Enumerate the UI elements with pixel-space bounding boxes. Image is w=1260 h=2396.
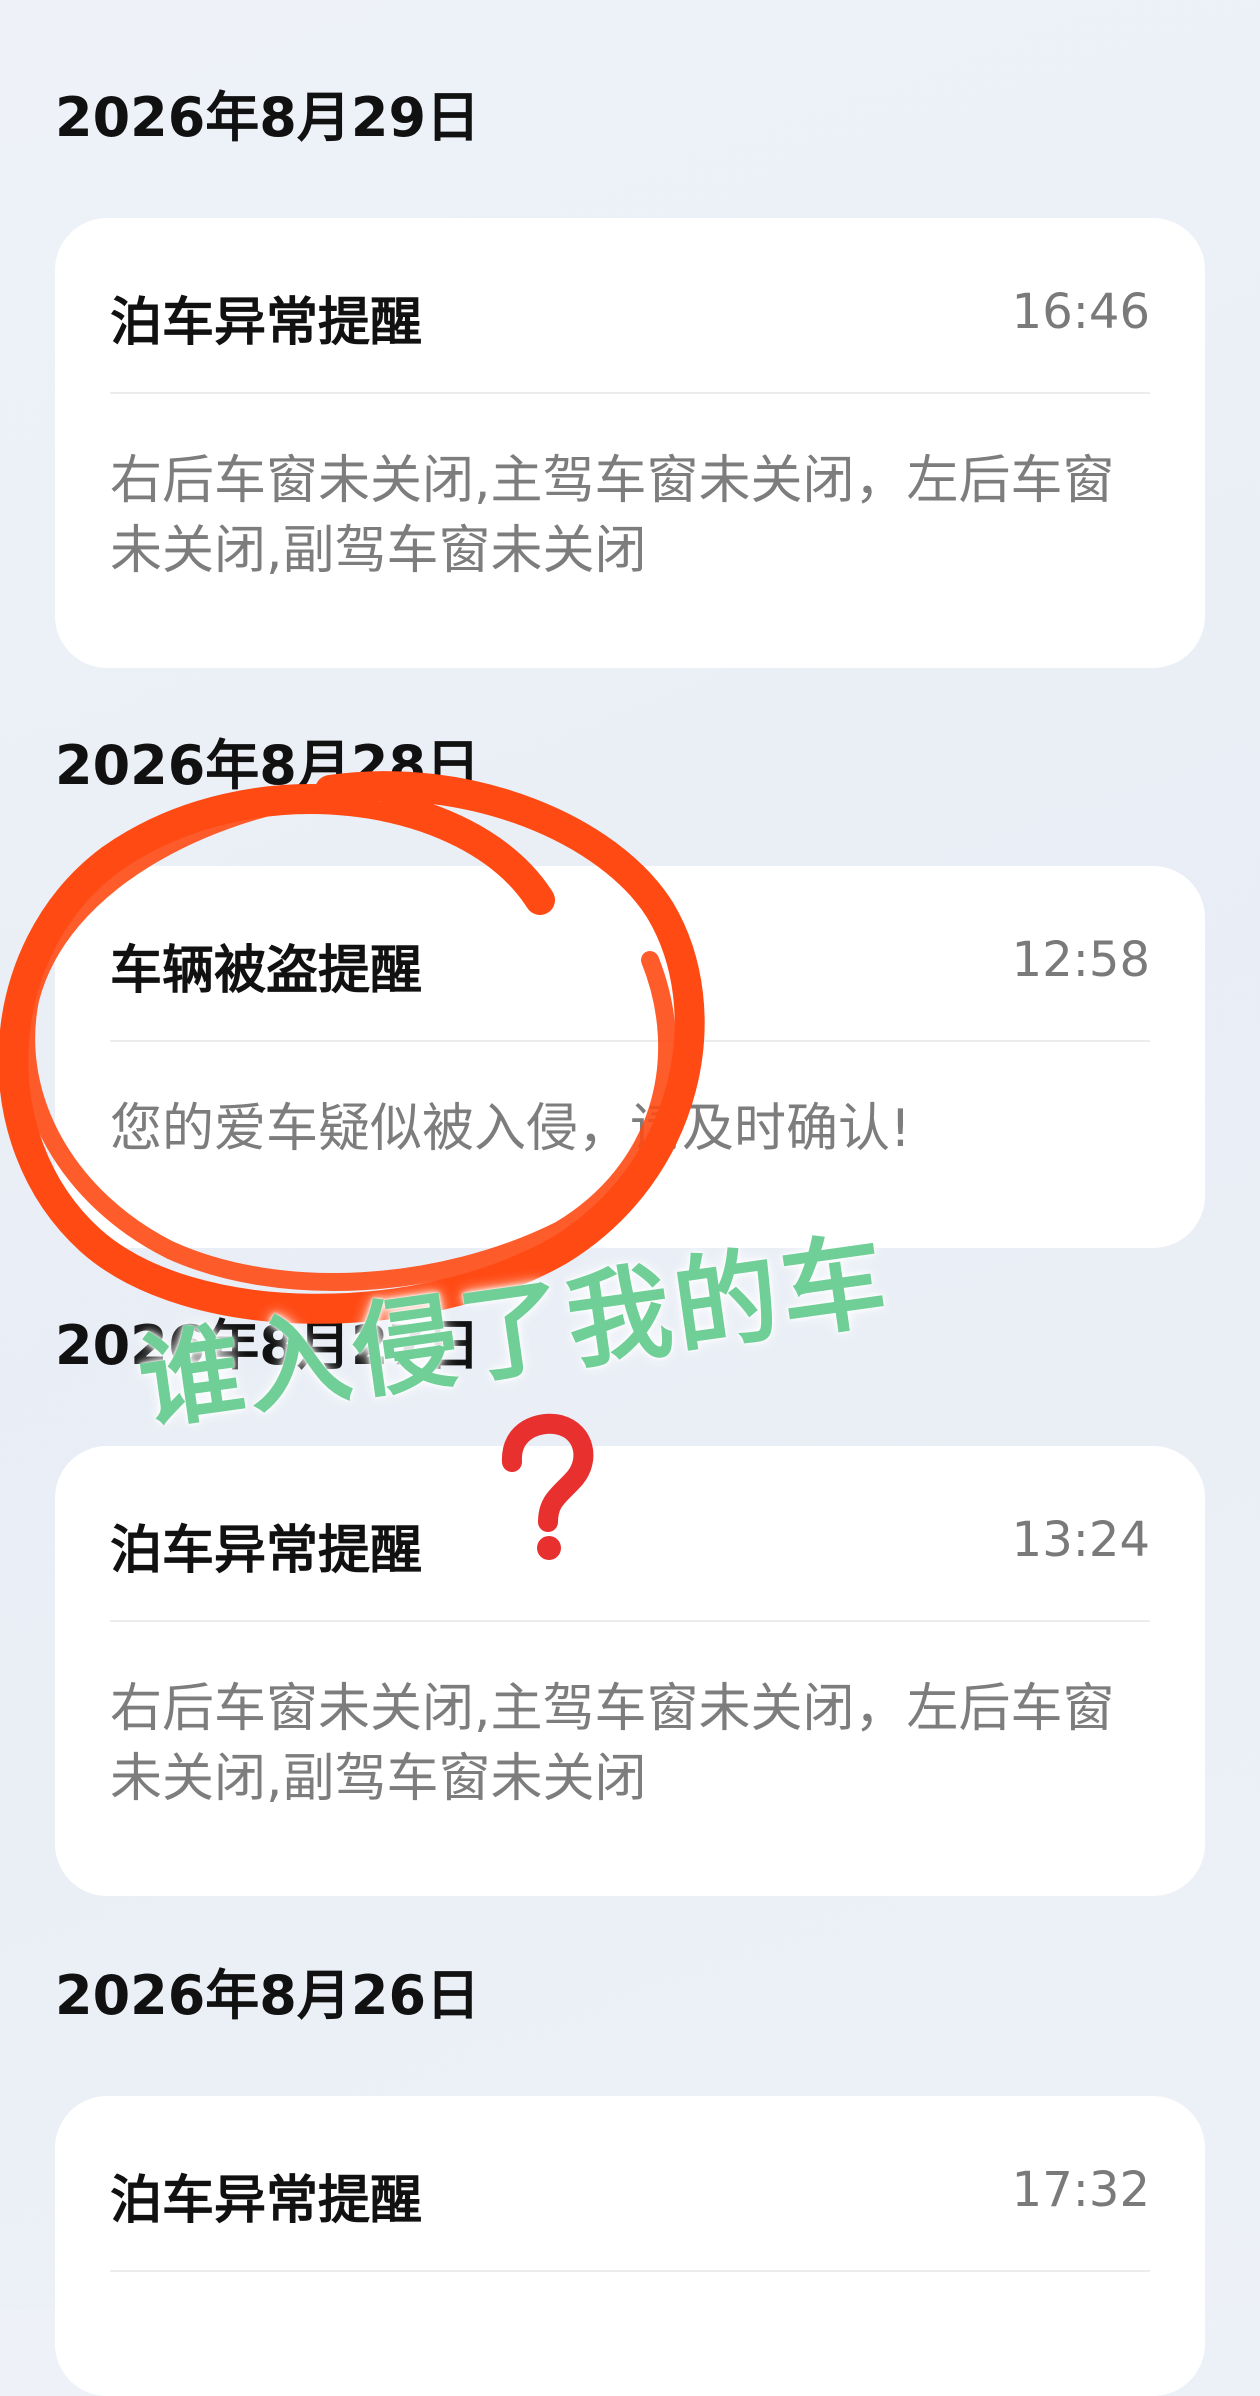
notification-time: 16:46 — [1011, 284, 1150, 340]
notification-card[interactable]: 车辆被盗提醒 12:58 您的爱车疑似被入侵，请及时确认! — [55, 866, 1205, 1248]
date-header: 2026年8月28日 — [55, 734, 481, 797]
notification-card[interactable]: 泊车异常提醒 17:32 — [55, 2096, 1205, 2396]
divider — [110, 1620, 1150, 1622]
notification-message: 右后车窗未关闭,主驾车窗未关闭，左后车窗未关闭,副驾车窗未关闭 — [110, 451, 1115, 581]
notification-time: 17:32 — [1011, 2162, 1150, 2218]
notification-time: 13:24 — [1011, 1512, 1150, 1568]
divider — [110, 1040, 1150, 1042]
notification-title: 泊车异常提醒 — [110, 2171, 423, 2231]
date-header: 2026年8月26日 — [55, 1964, 481, 2027]
notification-title: 泊车异常提醒 — [110, 1521, 423, 1581]
notification-card[interactable]: 泊车异常提醒 13:24 右后车窗未关闭,主驾车窗未关闭，左后车窗未关闭,副驾车… — [55, 1446, 1205, 1896]
notification-message: 右后车窗未关闭,主驾车窗未关闭，左后车窗未关闭,副驾车窗未关闭 — [110, 1679, 1115, 1809]
notification-card[interactable]: 泊车异常提醒 16:46 右后车窗未关闭,主驾车窗未关闭，左后车窗未关闭,副驾车… — [55, 218, 1205, 668]
divider — [110, 2270, 1150, 2272]
divider — [110, 392, 1150, 394]
date-header: 2026年8月29日 — [55, 86, 481, 149]
notification-time: 12:58 — [1011, 932, 1150, 988]
notification-title: 车辆被盗提醒 — [110, 941, 423, 1001]
notification-title: 泊车异常提醒 — [110, 293, 423, 353]
notification-message: 您的爱车疑似被入侵，请及时确认! — [110, 1099, 911, 1159]
